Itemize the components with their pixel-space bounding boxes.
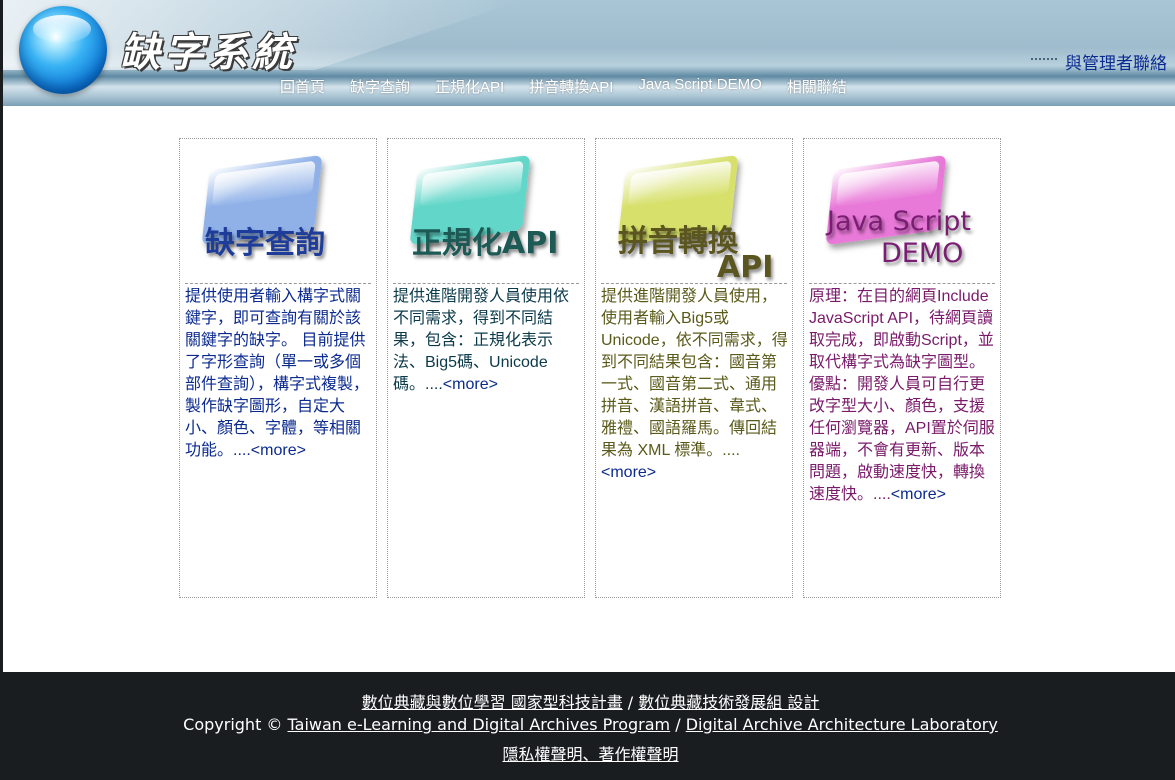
- card-javascript-demo: Java Script DEMO 原理：在目的網頁Include JavaScr…: [803, 138, 1001, 598]
- page: 缺字系統 與管理者聯絡 回首頁 缺字查詢 正規化API 拼音轉換API Java…: [0, 0, 1175, 780]
- footer-link-privacy-copyright[interactable]: 隱私權聲明、著作權聲明: [502, 745, 678, 764]
- card-divider: [185, 283, 371, 284]
- feature-cards: 缺字查詢 提供使用者輸入構字式關鍵字，即可查詢有關於該關鍵字的缺字。 目前提供了…: [179, 138, 1009, 599]
- nav-related-links[interactable]: 相關聯結: [787, 76, 847, 97]
- card-description: 提供使用者輸入構字式關鍵字，即可查詢有關於該關鍵字的缺字。 目前提供了字形查詢（…: [185, 286, 373, 462]
- card-description: 提供進階開發人員使用，使用者輸入Big5或Unicode，依不同需求，得到不同結…: [601, 286, 789, 484]
- nav-home[interactable]: 回首頁: [280, 76, 325, 97]
- banner-title: Java Script: [827, 206, 971, 237]
- nav-pinyin-api[interactable]: 拼音轉換API: [529, 76, 613, 97]
- banner-title: 缺字查詢: [205, 226, 325, 261]
- footer-link-teldap[interactable]: Taiwan e-Learning and Digital Archives P…: [288, 715, 671, 734]
- banner-title: 正規化API: [412, 226, 559, 261]
- card-description-text: 原理：在目的網頁Include JavaScript API，待網頁讀取完成，即…: [809, 288, 995, 503]
- more-link[interactable]: <more>: [251, 442, 306, 459]
- nav-char-search[interactable]: 缺字查詢: [350, 76, 410, 97]
- contact-admin-link[interactable]: 與管理者聯絡: [1065, 49, 1167, 74]
- site-title: 缺字系統: [120, 29, 296, 76]
- nav-javascript-demo[interactable]: Java Script DEMO: [638, 76, 761, 97]
- card-description: 原理：在目的網頁Include JavaScript API，待網頁讀取完成，即…: [809, 286, 997, 506]
- footer-link-design-group[interactable]: 數位典藏技術發展組 設計: [638, 693, 819, 712]
- main-nav: 回首頁 缺字查詢 正規化API 拼音轉換API Java Script DEMO…: [280, 76, 872, 97]
- footer-copyright: Copyright © Taiwan e-Learning and Digita…: [3, 715, 1175, 734]
- contact-dots-decoration: [1031, 58, 1057, 60]
- card-description-text: 提供進階開發人員使用，使用者輸入Big5或Unicode，依不同需求，得到不同結…: [601, 288, 788, 459]
- card-char-search: 缺字查詢 提供使用者輸入構字式關鍵字，即可查詢有關於該關鍵字的缺字。 目前提供了…: [179, 138, 377, 598]
- nav-normalize-api[interactable]: 正規化API: [435, 76, 504, 97]
- card-divider: [393, 283, 579, 284]
- copyright-text: Copyright ©: [183, 715, 288, 734]
- logo-orb-icon: [19, 6, 107, 94]
- more-link[interactable]: <more>: [891, 486, 946, 503]
- card-divider: [809, 283, 995, 284]
- banner-subtitle: API: [717, 250, 774, 285]
- card-divider: [601, 283, 787, 284]
- card-banner-javascript-demo[interactable]: Java Script DEMO: [809, 144, 995, 282]
- card-description: 提供進階開發人員使用依不同需求，得到不同結果，包含：正規化表示法、Big5碼、U…: [393, 286, 581, 396]
- footer-link-lab[interactable]: Digital Archive Architecture Laboratory: [686, 715, 998, 734]
- banner-subtitle: DEMO: [881, 238, 964, 269]
- card-banner-pinyin-api[interactable]: 拼音轉換 API: [601, 144, 787, 285]
- card-normalize-api: 正規化API 提供進階開發人員使用依不同需求，得到不同結果，包含：正規化表示法、…: [387, 138, 585, 598]
- card-banner-normalize-api[interactable]: 正規化API: [393, 144, 579, 282]
- footer-separator: /: [670, 715, 686, 734]
- more-link[interactable]: <more>: [601, 464, 656, 481]
- card-pinyin-api: 拼音轉換 API 提供進階開發人員使用，使用者輸入Big5或Unicode，依不…: [595, 138, 793, 598]
- footer: 數位典藏與數位學習 國家型科技計畫 / 數位典藏技術發展組 設計 Copyrig…: [3, 672, 1175, 780]
- header-banner: 缺字系統 與管理者聯絡 回首頁 缺字查詢 正規化API 拼音轉換API Java…: [3, 0, 1175, 106]
- more-link[interactable]: <more>: [443, 376, 498, 393]
- card-banner-char-search[interactable]: 缺字查詢: [185, 144, 371, 282]
- footer-separator: /: [622, 693, 639, 712]
- footer-link-program[interactable]: 數位典藏與數位學習 國家型科技計畫: [362, 693, 623, 712]
- card-description-text: 提供使用者輸入構字式關鍵字，即可查詢有關於該關鍵字的缺字。 目前提供了字形查詢（…: [185, 288, 370, 459]
- footer-policies: 隱私權聲明、著作權聲明: [3, 741, 1175, 765]
- footer-credits: 數位典藏與數位學習 國家型科技計畫 / 數位典藏技術發展組 設計: [3, 689, 1175, 713]
